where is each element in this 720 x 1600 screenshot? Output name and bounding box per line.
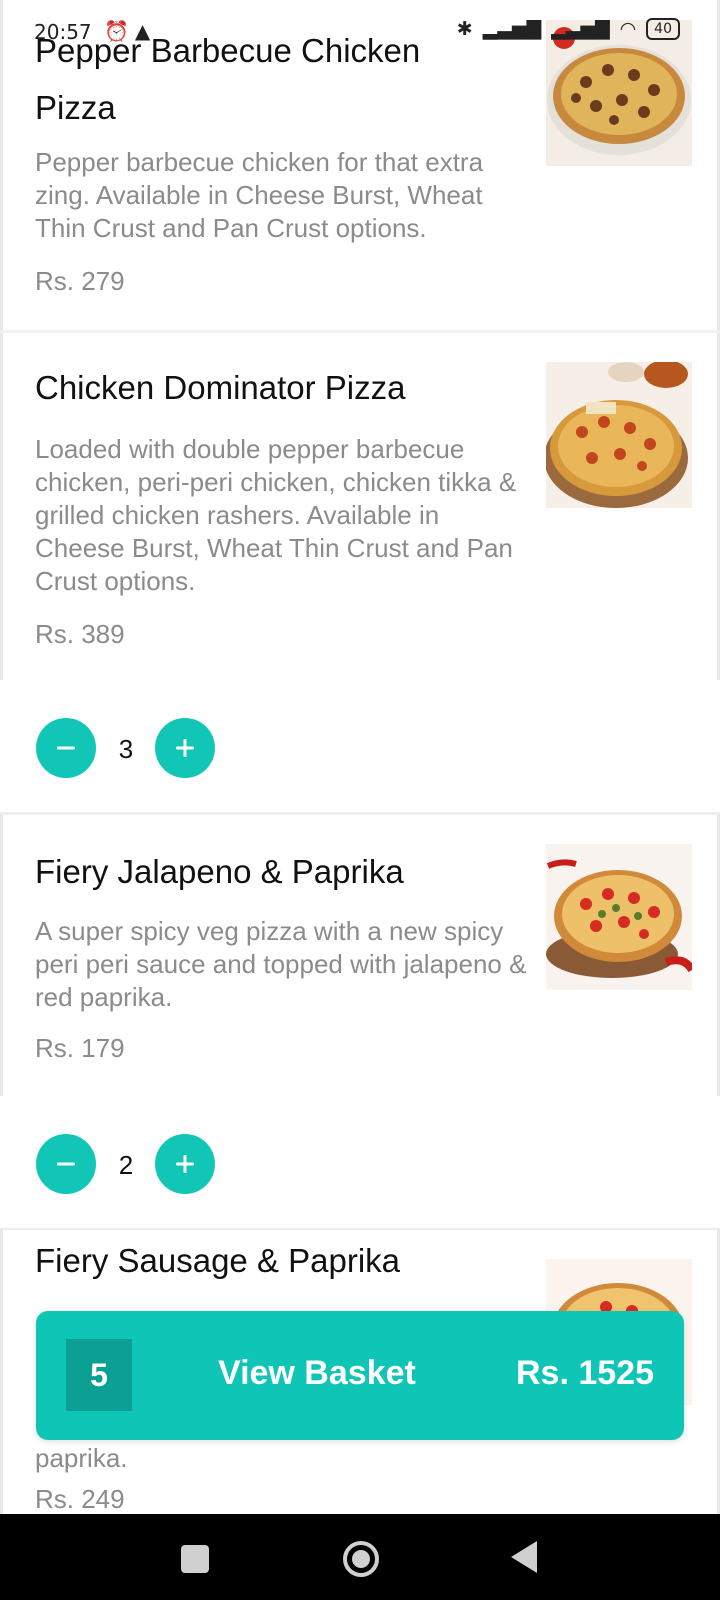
home-icon[interactable]: [341, 1539, 381, 1579]
menu-item-card[interactable]: Fiery Jalapeno & Paprika A super spicy v…: [0, 815, 720, 1096]
battery-icon: 40: [646, 18, 680, 40]
pizza-image[interactable]: [546, 362, 692, 508]
item-price: Rs. 389: [35, 619, 125, 649]
system-navigation-bar: [0, 1514, 720, 1600]
recent-apps-icon[interactable]: [181, 1545, 209, 1573]
increase-quantity-button[interactable]: [155, 718, 215, 778]
menu-item-card[interactable]: Chicken Dominator Pizza Loaded with doub…: [0, 333, 720, 680]
item-price: Rs. 249: [35, 1484, 125, 1514]
increase-quantity-button[interactable]: [155, 1134, 215, 1194]
view-basket-bar[interactable]: 5 View Basket Rs. 1525: [36, 1311, 684, 1440]
item-description: A super spicy veg pizza with a new spicy…: [35, 916, 527, 1012]
basket-item-count: 5: [66, 1339, 132, 1411]
item-title: Fiery Sausage & Paprika: [35, 1242, 401, 1279]
quantity-value: 2: [118, 1150, 134, 1180]
status-left-icons: ⏰▲: [104, 19, 156, 43]
minus-icon: [57, 1162, 75, 1166]
item-description: Loaded with double pepper barbecue chick…: [35, 434, 517, 596]
status-right-icons: ✱ ▂▃▅▇ ▂▃▅▇ ◠ 40: [457, 18, 680, 40]
decrease-quantity-button[interactable]: [36, 718, 96, 778]
item-title: Fiery Jalapeno & Paprika: [35, 853, 404, 890]
plus-icon: [176, 1155, 194, 1173]
notification-icon: ▲: [134, 19, 157, 43]
status-time: 20:57: [34, 20, 92, 44]
quantity-value: 3: [118, 734, 134, 764]
signal-icon: ▂▃▅▇: [482, 18, 542, 40]
plus-icon: [176, 739, 194, 757]
signal-icon: ▂▃▅▇: [551, 18, 610, 40]
basket-total: Rs. 1525: [516, 1354, 654, 1392]
bluetooth-icon: ✱: [456, 18, 473, 40]
decrease-quantity-button[interactable]: [36, 1134, 96, 1194]
wifi-icon: ◠: [619, 18, 637, 40]
item-description: Pepper barbecue chicken for that extra z…: [35, 147, 484, 243]
alarm-icon: ⏰: [104, 19, 135, 43]
item-price: Rs. 179: [35, 1033, 125, 1063]
pizza-image[interactable]: [546, 844, 692, 990]
view-basket-button[interactable]: View Basket: [218, 1354, 416, 1393]
status-bar: 20:57 ⏰▲ ✱ ▂▃▅▇ ▂▃▅▇ ◠ 40: [0, 0, 720, 64]
back-icon[interactable]: [509, 1539, 539, 1575]
item-price: Rs. 279: [35, 266, 125, 296]
item-title: Chicken Dominator Pizza: [35, 369, 406, 406]
item-description: paprika.: [35, 1443, 128, 1473]
quantity-stepper[interactable]: 3: [0, 680, 720, 814]
minus-icon: [57, 746, 75, 750]
quantity-stepper[interactable]: 2: [0, 1096, 720, 1230]
